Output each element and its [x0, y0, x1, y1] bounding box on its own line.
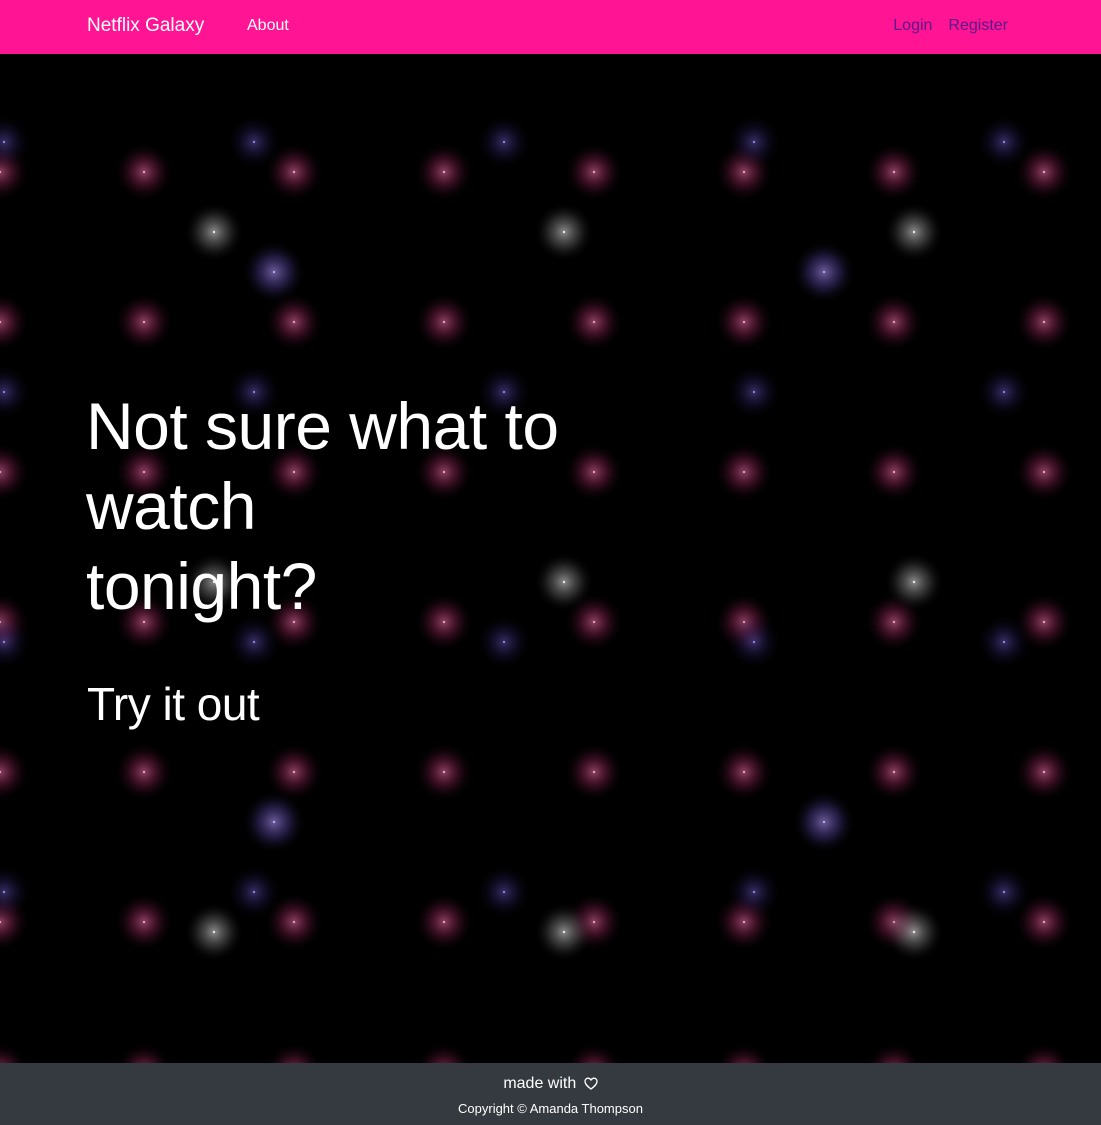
- headline-line-3: tonight?: [86, 549, 317, 623]
- heart-outline-icon: [584, 1076, 598, 1096]
- headline-line-1: Not sure what to: [86, 389, 559, 463]
- nav-login-link[interactable]: Login: [893, 16, 932, 36]
- made-with-line: made with: [0, 1074, 1101, 1096]
- nav-register-link[interactable]: Register: [948, 16, 1008, 36]
- hero-headline: Not sure what to watch tonight?: [86, 386, 606, 626]
- navbar: Netflix Galaxy About Login Register: [0, 0, 1101, 54]
- headline-line-2: watch: [86, 469, 256, 543]
- made-with-text: made with: [503, 1075, 577, 1092]
- try-it-out-link[interactable]: Try it out: [87, 676, 260, 732]
- nav-auth-links: Login Register: [893, 16, 1008, 36]
- hero-section: Not sure what to watch tonight? Try it o…: [0, 54, 1101, 1063]
- copyright-text: Copyright © Amanda Thompson: [458, 1101, 643, 1116]
- nav-about-link[interactable]: About: [247, 16, 289, 36]
- footer: made with Copyright © Amanda Thompson: [0, 1063, 1101, 1125]
- brand-link[interactable]: Netflix Galaxy: [87, 14, 204, 38]
